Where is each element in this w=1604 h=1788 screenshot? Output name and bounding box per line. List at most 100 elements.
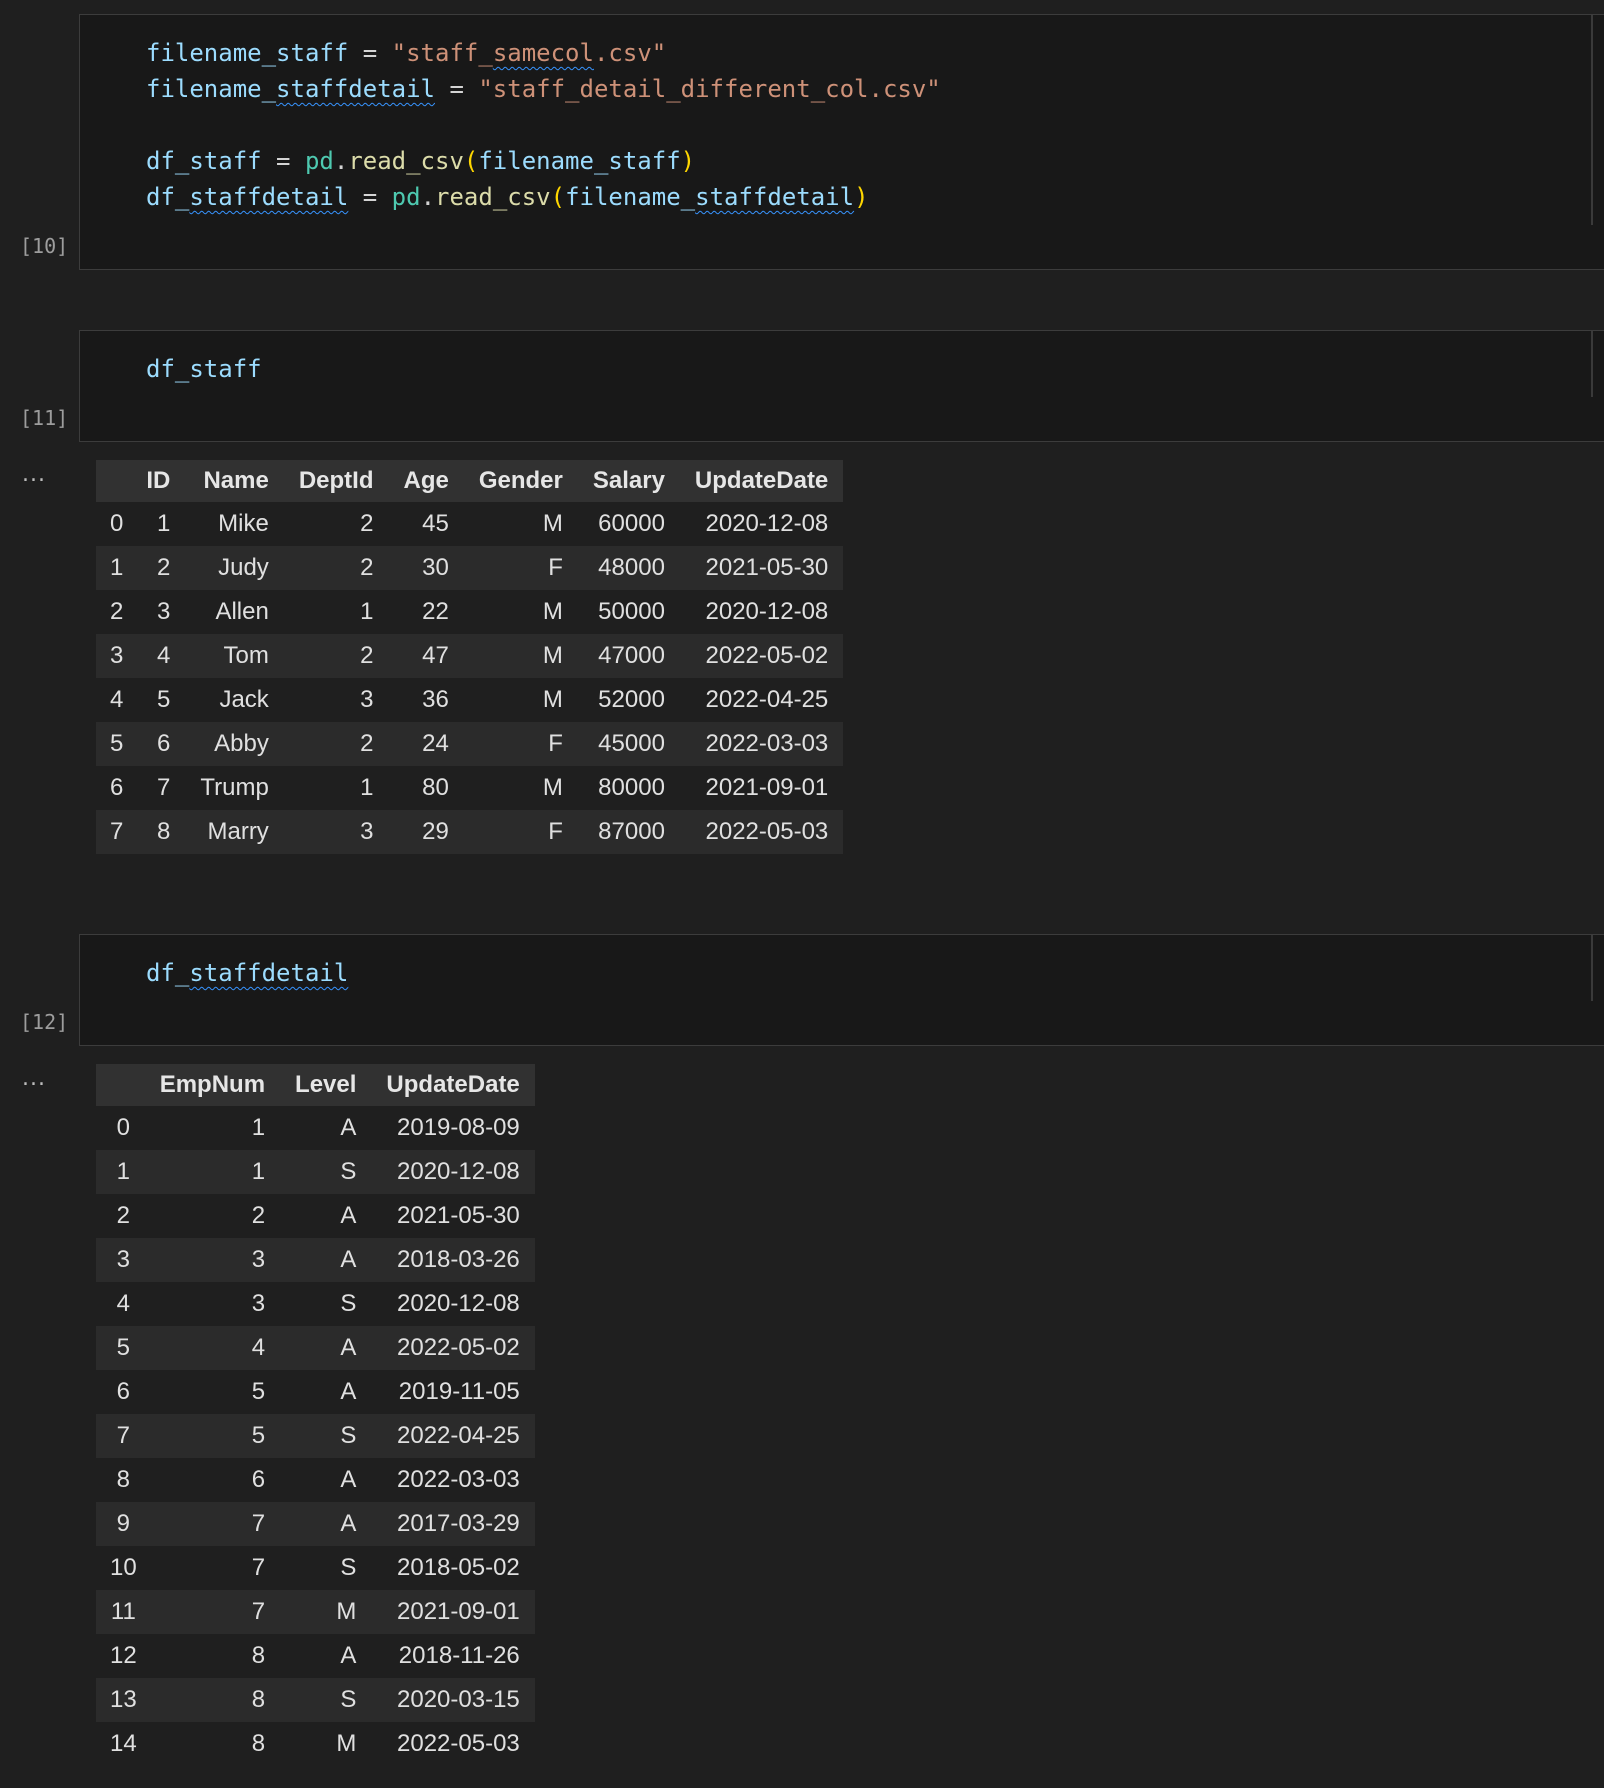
table-cell: 7 [144,1502,281,1546]
table-cell: 7 [144,1546,281,1590]
code-token: ( [550,183,566,211]
code-editor[interactable]: filename_staff = "staff_samecol.csv" file… [146,35,941,215]
code-token: df_ [146,959,190,987]
table-cell: F [463,546,578,590]
execution-count: [10] [20,234,69,258]
table-cell: 2022-05-03 [371,1722,535,1766]
table-cell: 48000 [577,546,680,590]
output-menu-ellipsis[interactable]: ... [22,1066,46,1091]
code-token: filename_ [565,183,696,211]
code-token: "staff_detail_different_col.csv" [478,75,941,103]
output-menu-ellipsis[interactable]: ... [22,462,46,487]
code-token: staffdetail [189,959,349,987]
table-cell: 2020-03-15 [371,1678,535,1722]
code-token: filename_staff [146,39,349,67]
code-line[interactable]: filename_staffdetail = "staff_detail_dif… [146,71,941,107]
code-cell-11[interactable]: df_staff [79,330,1604,442]
row-index: 5 [96,722,132,766]
table-cell: 2022-03-03 [371,1458,535,1502]
table-cell: 52000 [577,678,680,722]
code-token: filename_staff [478,147,681,175]
table-row: 6 5 A 2019-11-05 [96,1370,535,1414]
table-cell: 2022-05-03 [679,810,844,854]
table-cell: 1 [131,502,186,546]
code-token: . [420,183,436,211]
table-cell: 2022-04-25 [371,1414,535,1458]
table-cell: Marry [185,810,284,854]
table-cell: 24 [388,722,464,766]
table-cell: 29 [388,810,464,854]
table-cell: 2020-12-08 [679,590,844,634]
row-index: 6 [96,1370,145,1414]
table-cell: 22 [388,590,464,634]
table-cell: S [280,1678,372,1722]
table-cell: A [280,1634,372,1678]
index-header [96,460,132,502]
code-token: pd [391,183,421,211]
row-index: 0 [96,502,132,546]
table-cell: 2 [283,634,389,678]
row-index: 4 [96,678,132,722]
table-cell: 8 [131,810,186,854]
code-token: df_ [146,183,190,211]
code-token: ) [854,183,869,211]
code-token: = [261,147,305,175]
table-cell: 2022-03-03 [679,722,844,766]
row-index: 11 [96,1590,145,1634]
code-token: .csv" [593,39,667,67]
code-editor[interactable]: df_staff [146,351,262,387]
column-header: Gender [463,460,578,502]
column-header: Salary [577,460,680,502]
code-token: staffdetail [189,183,349,211]
table-row: 7 5 S 2022-04-25 [96,1414,535,1458]
table-cell: 2021-05-30 [371,1194,535,1238]
code-line[interactable]: df_staff [146,351,262,387]
table-cell: A [280,1502,372,1546]
table-cell: 1 [144,1150,281,1194]
table-row: 8 6 A 2022-03-03 [96,1458,535,1502]
code-line[interactable]: df_staffdetail [146,955,348,991]
cell-scrollbar[interactable] [1591,331,1593,397]
table-cell: 7 [144,1590,281,1634]
table-cell: 1 [144,1106,281,1150]
table-cell: 2 [283,722,389,766]
table-row: 0 1 A 2019-08-09 [96,1106,535,1150]
table-cell: 2020-12-08 [371,1150,535,1194]
row-index: 2 [96,590,132,634]
cell-scrollbar[interactable] [1591,935,1593,1001]
code-line[interactable]: filename_staff = "staff_samecol.csv" [146,35,941,71]
table-cell: 2018-05-02 [371,1546,535,1590]
code-token: filename_ [146,75,277,103]
column-header: DeptId [283,460,389,502]
table-row: 0 1 Mike 2 45 M 60000 2020-12-08 [96,502,844,546]
table-cell: 5 [131,678,186,722]
row-index: 13 [96,1678,145,1722]
row-index: 4 [96,1282,145,1326]
table-cell: 2022-04-25 [679,678,844,722]
code-cell-12[interactable]: df_staffdetail [79,934,1604,1046]
table-cell: 36 [388,678,464,722]
table-row: 4 3 S 2020-12-08 [96,1282,535,1326]
table-cell: 2 [131,546,186,590]
table-cell: 2021-09-01 [679,766,844,810]
code-line[interactable]: df_staff = pd.read_csv(filename_staff) [146,143,941,179]
table-row: 14 8 M 2022-05-03 [96,1722,535,1766]
code-token: staffdetail [276,75,435,103]
table-row: 10 7 S 2018-05-02 [96,1546,535,1590]
code-line[interactable]: df_staffdetail = pd.read_csv(filename_st… [146,179,941,215]
table-cell: 80 [388,766,464,810]
code-token: read_csv [348,147,464,175]
table-cell: A [280,1238,372,1282]
table-cell: 5 [144,1414,281,1458]
code-line[interactable] [146,107,941,143]
code-editor[interactable]: df_staffdetail [146,955,348,991]
cell-scrollbar[interactable] [1591,15,1593,225]
code-cell-10[interactable]: filename_staff = "staff_samecol.csv" file… [79,14,1604,270]
table-cell: M [463,678,578,722]
execution-count: [11] [20,406,69,430]
table-row: 11 7 M 2021-09-01 [96,1590,535,1634]
table-cell: M [463,634,578,678]
code-token: read_csv [435,183,551,211]
table-row: 7 8 Marry 3 29 F 87000 2022-05-03 [96,810,844,854]
table-cell: 80000 [577,766,680,810]
